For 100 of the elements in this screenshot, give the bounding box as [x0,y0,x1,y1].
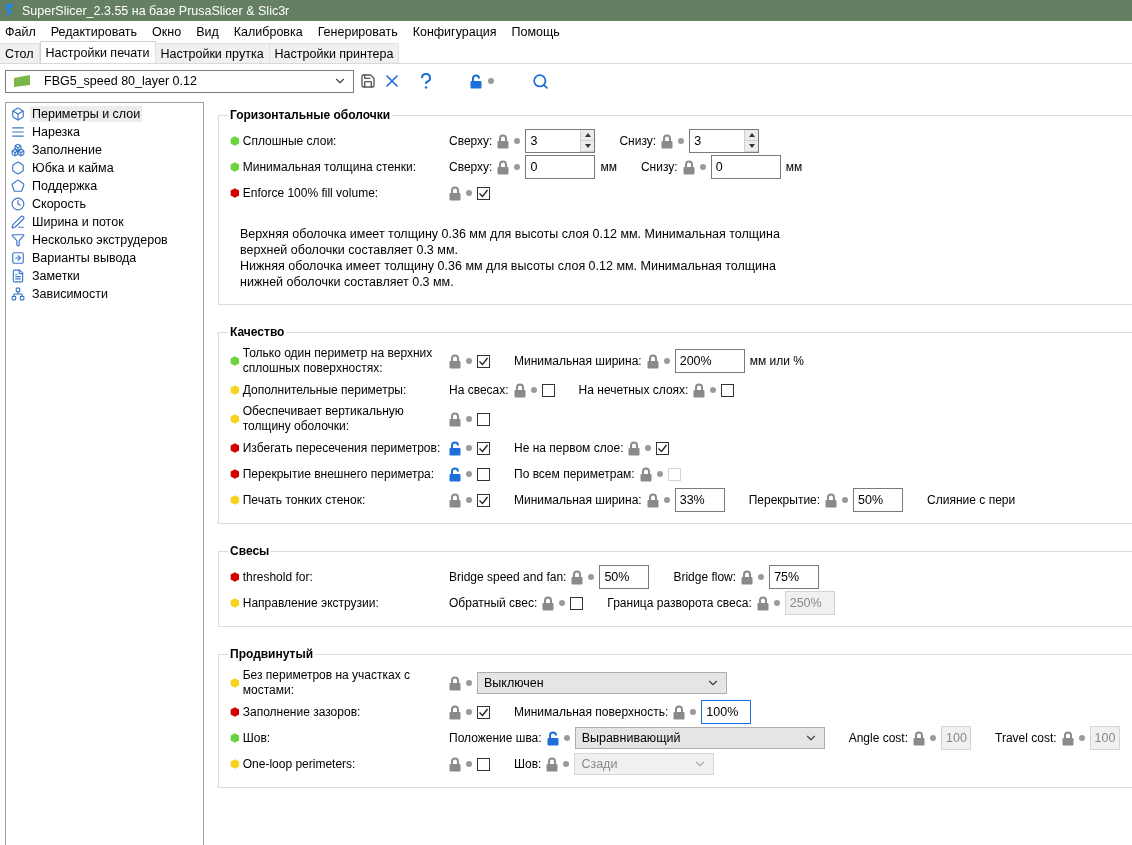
unlocked-lock-icon[interactable] [449,466,461,482]
input-field[interactable]: 100% [701,700,752,724]
menu-item[interactable]: Редактировать [50,24,138,39]
sidebar-item[interactable]: Скорость [30,196,88,212]
sidebar-item[interactable]: Заметки [30,268,82,284]
lock-icon[interactable] [497,133,510,149]
dot-icon [466,680,472,686]
sidebar-item[interactable]: Заполнение [30,142,104,158]
lines-icon [11,125,25,139]
menu-item[interactable]: Файл [5,24,36,39]
unlocked-lock-icon[interactable] [470,73,482,89]
checkbox[interactable] [477,186,490,200]
lock-icon[interactable] [449,756,461,772]
lock-icon[interactable] [449,704,461,720]
tab[interactable]: Настройки печати [39,41,156,63]
input-field[interactable]: 0 [710,155,781,179]
lock-icon[interactable] [646,492,659,508]
up-arrow-icon[interactable] [748,133,755,137]
question-mark-icon[interactable] [420,73,432,89]
dot-icon [559,600,566,606]
sidebar-item[interactable]: Нарезка [30,124,83,140]
lock-icon[interactable] [571,569,584,585]
sidebar-item[interactable]: Ширина и поток [30,214,126,230]
setting-label: Минимальная толщина стенки: [242,159,417,175]
down-arrow-icon[interactable] [584,144,591,148]
sidebar-item[interactable]: Зависимости [30,286,110,302]
sidebar-item[interactable]: Несколько экструдеров [30,232,170,248]
search-icon[interactable] [532,72,549,90]
spin-field[interactable]: 3 [525,129,596,153]
tab[interactable]: Настройки принтера [268,43,400,63]
checkbox[interactable] [477,467,490,481]
lock-icon[interactable] [449,185,461,201]
checkbox[interactable] [477,441,490,455]
field-label: Сверху: [449,134,493,148]
tab[interactable]: Стол [0,43,40,63]
lock-icon[interactable] [693,382,706,398]
lock-icon[interactable] [497,159,510,175]
dot-icon [842,497,849,503]
setting-label: Перекрытие внешнего периметра: [242,466,436,482]
unlocked-lock-icon[interactable] [546,730,559,746]
lock-icon[interactable] [741,569,754,585]
input-field[interactable]: 75% [769,565,820,589]
dot-icon [466,709,472,715]
save-icon[interactable] [360,73,376,89]
checkbox[interactable] [721,383,735,397]
down-arrow-icon[interactable] [748,144,755,148]
menu-item[interactable]: Вид [196,24,219,39]
field-label: Angle cost: [848,731,908,745]
input-field[interactable]: 50% [853,488,904,512]
lock-icon[interactable] [449,411,461,427]
tab[interactable]: Настройки прутка [154,43,270,63]
checkbox[interactable] [477,705,490,719]
field-label: Слияние с пери [927,493,1016,507]
input-field[interactable]: 200% [674,349,745,373]
dot-icon [690,709,697,715]
sidebar-item[interactable]: Периметры и слои [30,106,143,122]
sidebar-item[interactable]: Поддержка [30,178,100,194]
lock-icon[interactable] [513,382,526,398]
lock-icon[interactable] [449,675,461,691]
checkbox[interactable] [477,493,490,507]
dropdown[interactable]: Выравнивающий [574,727,825,749]
checkbox[interactable] [541,383,555,397]
field-label: Положение шва: [449,731,542,745]
setting-label: Шов: [242,730,272,746]
sidebar-item[interactable]: Варианты вывода [30,250,139,266]
menu-item[interactable]: Генерировать [317,24,398,39]
menu-item[interactable]: Конфигурация [412,24,497,39]
up-arrow-icon[interactable] [584,133,591,137]
lock-icon[interactable] [542,595,555,611]
preset-dropdown[interactable]: FBG5_speed 80_layer 0.12 [5,69,354,93]
setting-label: Enforce 100% fill volume: [242,185,380,201]
checkbox[interactable] [570,596,584,610]
field-label: На свесах: [449,383,509,397]
input-field[interactable]: 0 [525,155,596,179]
lock-icon[interactable] [646,353,659,369]
menu-item[interactable]: Калибровка [233,24,303,39]
lock-icon[interactable] [449,492,461,508]
menu-item[interactable]: Помощь [511,24,560,39]
lock-icon[interactable] [628,440,641,456]
lock-icon[interactable] [661,133,674,149]
checkbox[interactable] [477,757,490,771]
unlocked-lock-icon[interactable] [449,440,461,456]
checkbox[interactable] [477,412,490,426]
lock-icon[interactable] [825,492,838,508]
lock-icon[interactable] [449,353,461,369]
sidebar-item[interactable]: Юбка и кайма [30,160,116,176]
lock-icon[interactable] [682,159,695,175]
dot-icon [699,164,706,170]
group-title: Качество [228,325,287,339]
input-field[interactable]: 33% [674,488,725,512]
checkbox[interactable] [656,441,670,455]
dot-icon [466,761,472,767]
spin-field[interactable]: 3 [689,129,760,153]
lock-icon[interactable] [673,704,686,720]
dropdown[interactable]: Выключен [477,672,727,694]
dot-icon [488,78,494,84]
checkbox[interactable] [477,354,490,368]
input-field[interactable]: 50% [599,565,650,589]
field-label: Перекрытие: [748,493,821,507]
menu-item[interactable]: Окно [152,24,182,39]
